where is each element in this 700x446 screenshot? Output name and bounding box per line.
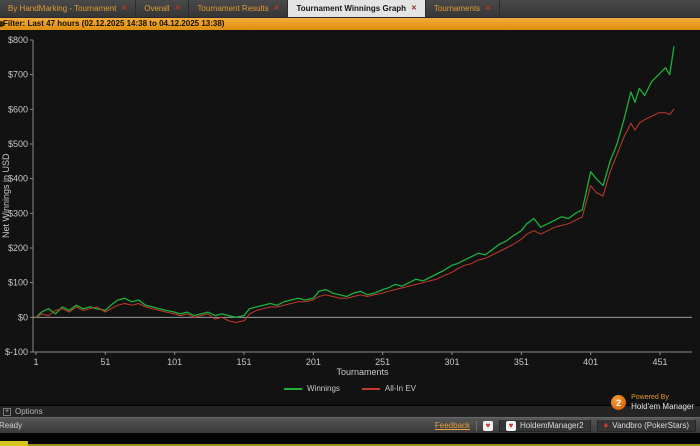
feedback-link[interactable]: Feedback <box>435 421 470 430</box>
status-bar: Ready Feedback ♥ ♥ HoldemManager2 ♦ Vand… <box>0 417 700 433</box>
tab-close-icon[interactable]: ✕ <box>485 5 491 12</box>
tab-close-icon[interactable]: ✕ <box>175 5 181 12</box>
svg-text:201: 201 <box>306 357 321 367</box>
options-row: + Options <box>0 405 700 417</box>
tab-label: Tournament Winnings Graph <box>296 4 407 13</box>
tab-close-icon[interactable]: ✕ <box>411 5 417 12</box>
svg-text:251: 251 <box>375 357 390 367</box>
status-separator <box>476 420 478 431</box>
tab-label: Tournament Results <box>197 4 269 13</box>
y-axis-label: Net Winnings in USD <box>1 153 11 239</box>
winnings-line-swatch <box>283 387 302 390</box>
tab-0[interactable]: By HandMarking - Tournament ✕ <box>0 0 137 17</box>
svg-text:301: 301 <box>444 357 459 367</box>
tab-label: Tournaments <box>433 4 481 13</box>
app-window: By HandMarking - Tournament ✕ Overall ✕ … <box>0 0 700 446</box>
x-axis-label: Tournaments <box>336 367 389 377</box>
svg-text:151: 151 <box>236 357 251 367</box>
legend-label: All-In EV <box>384 384 417 393</box>
card-suit-icon: ♥ <box>483 420 494 431</box>
tab-2[interactable]: Tournament Results ✕ <box>189 0 289 17</box>
powered-by-line2: Hold'em Manager <box>631 402 694 411</box>
expand-options-icon[interactable]: + <box>3 407 11 416</box>
filter-text: Filter: Last 47 hours (02.12.2025 14:38 … <box>3 19 225 28</box>
chart-svg: $800$700$600$500$400$300$200$100$0$-1001… <box>5 35 692 367</box>
tab-4[interactable]: Tournaments ✕ <box>426 0 501 17</box>
tab-label: Overall <box>144 4 170 13</box>
svg-text:451: 451 <box>652 357 667 367</box>
taskbar-corner-accent <box>0 441 28 446</box>
svg-text:401: 401 <box>583 357 598 367</box>
hm2-logo-icon: 2 <box>611 395 627 410</box>
diamond-icon: ♦ <box>603 420 609 430</box>
holdem-manager-button[interactable]: ♥ HoldemManager2 <box>499 419 591 432</box>
bottom-strip <box>0 433 700 446</box>
winnings-chart: $800 $700 $600 $500 $400 $300 $200 $100 $0 $-100 1… <box>0 30 700 405</box>
hm2-app-icon: ♥ <box>506 420 517 431</box>
chart-legend: Winnings All-In EV <box>0 384 700 393</box>
options-button[interactable]: Options <box>15 407 43 416</box>
status-ready-text: Ready <box>0 421 23 430</box>
legend-item-winnings: Winnings <box>283 384 340 393</box>
tab-3[interactable]: Tournament Winnings Graph ✕ <box>288 0 426 17</box>
svg-text:$0: $0 <box>18 312 28 322</box>
legend-label: Winnings <box>306 384 340 393</box>
tab-close-icon[interactable]: ✕ <box>274 5 280 12</box>
tab-label: By HandMarking - Tournament <box>8 4 117 13</box>
database-site-button[interactable]: ♦ Vandbro (PokerStars) <box>596 419 696 432</box>
filter-bar[interactable]: Filter: Last 47 hours (02.12.2025 14:38 … <box>0 18 700 30</box>
tab-close-icon[interactable]: ✕ <box>121 5 127 12</box>
legend-item-allin-ev: All-In EV <box>361 384 417 393</box>
tab-bar: By HandMarking - Tournament ✕ Overall ✕ … <box>0 0 700 18</box>
svg-text:101: 101 <box>167 357 182 367</box>
powered-by-badge: 2 Powered By Hold'em Manager <box>611 394 694 411</box>
svg-text:1: 1 <box>33 357 38 367</box>
site-label: Vandbro (PokerStars) <box>612 421 689 430</box>
hm2-app-label: HoldemManager2 <box>520 421 584 430</box>
powered-by-line1: Powered By <box>631 394 669 401</box>
tab-1[interactable]: Overall ✕ <box>136 0 190 17</box>
svg-text:51: 51 <box>100 357 110 367</box>
allin-ev-line-swatch <box>361 387 380 390</box>
svg-text:351: 351 <box>514 357 529 367</box>
